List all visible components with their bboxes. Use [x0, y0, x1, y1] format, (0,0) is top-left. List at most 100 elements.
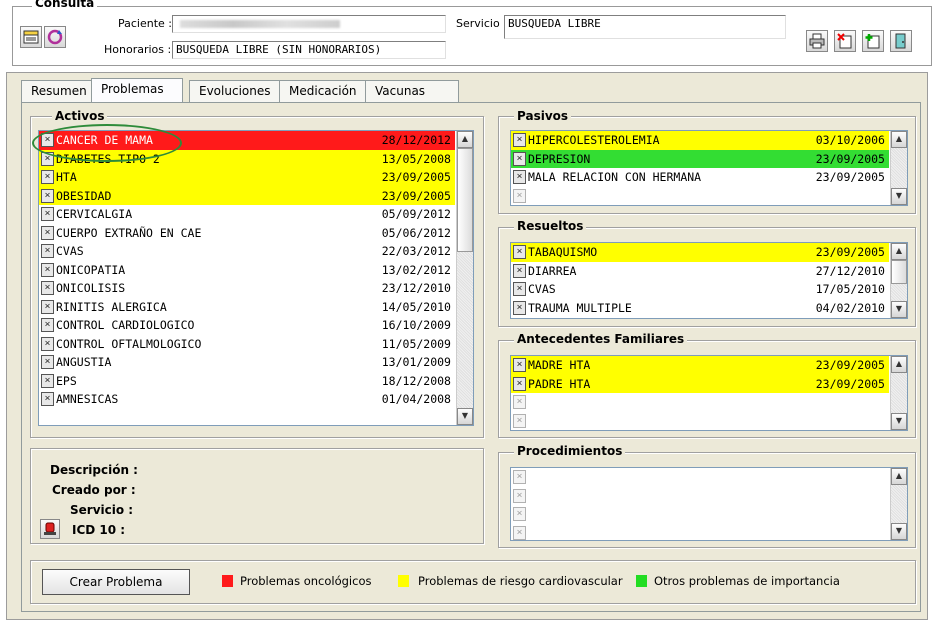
remove-item-checkbox-icon[interactable]: × — [513, 263, 526, 278]
scroll-up-icon[interactable]: ▲ — [891, 131, 907, 148]
remove-item-checkbox-icon[interactable]: × — [513, 470, 526, 484]
remove-item-checkbox-icon[interactable]: × — [513, 133, 526, 147]
remove-item-checkbox-icon[interactable]: × — [41, 336, 54, 351]
list-item[interactable]: × — [511, 487, 889, 506]
remove-item-checkbox-icon[interactable]: × — [513, 413, 526, 428]
scroll-up-icon[interactable]: ▲ — [457, 131, 473, 148]
list-item[interactable]: × — [511, 524, 889, 541]
procedimientos-scrollbar[interactable]: ▲ ▼ — [890, 468, 907, 540]
scroll-down-icon[interactable]: ▼ — [891, 523, 907, 540]
tab-evoluciones[interactable]: Evoluciones — [189, 80, 281, 102]
remove-item-checkbox-icon[interactable]: × — [41, 133, 54, 147]
procedimientos-list[interactable]: × × × × ▲ ▼ — [510, 467, 908, 541]
remove-item-checkbox-icon[interactable]: × — [41, 151, 54, 166]
pasivos-list[interactable]: × HIPERCOLESTEROLEMIA 03/10/2006 × DEPRESION… — [510, 130, 908, 206]
activos-scrollbar[interactable]: ▲ ▼ — [456, 131, 473, 425]
list-item[interactable]: × EPS 18/12/2008 — [39, 372, 455, 391]
resueltos-scrollbar[interactable]: ▲ ▼ — [890, 243, 907, 318]
list-item[interactable]: × DIABETES TIPO 2 13/05/2008 — [39, 149, 455, 168]
remove-item-checkbox-icon[interactable]: × — [513, 300, 526, 315]
list-item[interactable]: × ONICOPATIA 13/02/2012 — [39, 261, 455, 280]
remove-item-checkbox-icon[interactable]: × — [513, 358, 526, 372]
remove-item-checkbox-icon[interactable]: × — [41, 355, 54, 369]
familiares-scrollbar[interactable]: ▲ ▼ — [890, 356, 907, 430]
list-item[interactable]: × — [511, 505, 889, 524]
exit-button[interactable] — [890, 30, 912, 52]
remove-item-checkbox-icon[interactable]: × — [41, 207, 54, 221]
scroll-up-icon[interactable]: ▲ — [891, 243, 907, 260]
scroll-thumb[interactable] — [891, 260, 907, 284]
list-item[interactable]: × — [511, 412, 889, 431]
resueltos-list[interactable]: × TABAQUISMO 23/09/2005 × DIARREA 27/12/2010 ×… — [510, 242, 908, 319]
list-item[interactable]: × CERVICALGIA 05/09/2012 — [39, 205, 455, 224]
scroll-up-icon[interactable]: ▲ — [891, 356, 907, 373]
honorarios-field[interactable]: BUSQUEDA LIBRE (SIN HONORARIOS) — [172, 41, 446, 59]
activos-list[interactable]: × CANCER DE MAMA 28/12/2012 × DIABETES TIPO … — [38, 130, 474, 426]
scroll-down-icon[interactable]: ▼ — [891, 301, 907, 318]
scroll-down-icon[interactable]: ▼ — [457, 408, 473, 425]
remove-item-checkbox-icon[interactable]: × — [513, 245, 526, 259]
remove-item-checkbox-icon[interactable]: × — [513, 488, 526, 503]
list-item[interactable]: × AMNESICAS 01/04/2008 — [39, 390, 455, 409]
item-name: CANCER DE MAMA — [56, 133, 153, 147]
list-item[interactable]: × CANCER DE MAMA 28/12/2012 — [39, 131, 455, 150]
scroll-down-icon[interactable]: ▼ — [891, 413, 907, 430]
folder-button[interactable] — [20, 26, 42, 48]
remove-item-checkbox-icon[interactable]: × — [41, 373, 54, 388]
list-item[interactable]: × CVAS 17/05/2010 — [511, 280, 889, 299]
list-item[interactable]: × RINITIS ALERGICA 14/05/2010 — [39, 298, 455, 317]
remove-item-checkbox-icon[interactable]: × — [41, 299, 54, 314]
list-item[interactable]: × DEPRESION 23/09/2005 — [511, 149, 889, 168]
remove-item-checkbox-icon[interactable]: × — [513, 170, 526, 184]
remove-item-checkbox-icon[interactable]: × — [513, 525, 526, 540]
remove-item-checkbox-icon[interactable]: × — [41, 188, 54, 203]
list-item[interactable]: × CVAS 22/03/2012 — [39, 242, 455, 261]
scroll-down-icon[interactable]: ▼ — [891, 188, 907, 205]
list-item[interactable]: × — [511, 468, 889, 487]
tab-resumen[interactable]: Resumen — [21, 80, 97, 102]
tab-vacunas[interactable]: Vacunas — [365, 80, 459, 102]
familiares-list[interactable]: × MADRE HTA 23/09/2005 × PADRE HTA 23/09/2005… — [510, 355, 908, 431]
refresh-button[interactable] — [44, 26, 66, 48]
tab-problemas[interactable]: Problemas — [91, 78, 183, 102]
list-item[interactable]: × DIARREA 27/12/2010 — [511, 262, 889, 281]
add-button[interactable] — [862, 30, 884, 52]
pasivos-scrollbar[interactable]: ▲ ▼ — [890, 131, 907, 205]
remove-item-checkbox-icon[interactable]: × — [41, 225, 54, 240]
remove-item-checkbox-icon[interactable]: × — [41, 318, 54, 332]
list-item[interactable]: × CONTROL OFTALMOLOGICO 11/05/2009 — [39, 335, 455, 354]
tab-medicacion[interactable]: Medicación — [279, 80, 367, 102]
list-item[interactable]: × — [511, 393, 889, 412]
delete-button[interactable] — [834, 30, 856, 52]
list-item[interactable]: × TRAUMA MULTIPLE 04/02/2010 — [511, 299, 889, 318]
list-item[interactable]: × MADRE HTA 23/09/2005 — [511, 356, 889, 375]
list-item[interactable]: × MALA RELACION CON HERMANA 23/09/2005 — [511, 168, 889, 187]
remove-item-checkbox-icon[interactable]: × — [41, 170, 54, 184]
list-item[interactable]: × ANGUSTIA 13/01/2009 — [39, 353, 455, 372]
scroll-up-icon[interactable]: ▲ — [891, 468, 907, 485]
scroll-thumb[interactable] — [457, 148, 473, 252]
crear-problema-button[interactable]: Crear Problema — [42, 569, 190, 595]
list-item[interactable]: × HIPERCOLESTEROLEMIA 03/10/2006 — [511, 131, 889, 150]
list-item[interactable]: × CONTROL CARDIOLOGICO 16/10/2009 — [39, 316, 455, 335]
remove-item-checkbox-icon[interactable]: × — [513, 395, 526, 409]
remove-item-checkbox-icon[interactable]: × — [513, 376, 526, 391]
servicio-field[interactable]: BUSQUEDA LIBRE — [504, 15, 786, 39]
list-item[interactable]: × TABAQUISMO 23/09/2005 — [511, 243, 889, 262]
remove-item-checkbox-icon[interactable]: × — [41, 244, 54, 258]
remove-item-checkbox-icon[interactable]: × — [41, 281, 54, 295]
list-item[interactable]: × — [511, 187, 889, 206]
alert-button[interactable] — [40, 519, 60, 539]
list-item[interactable]: × CUERPO EXTRAÑO EN CAE 05/06/2012 — [39, 224, 455, 243]
remove-item-checkbox-icon[interactable]: × — [513, 188, 526, 203]
list-item[interactable]: × HTA 23/09/2005 — [39, 168, 455, 187]
list-item[interactable]: × ONICOLISIS 23/12/2010 — [39, 279, 455, 298]
print-button[interactable] — [806, 30, 828, 52]
remove-item-checkbox-icon[interactable]: × — [41, 262, 54, 277]
remove-item-checkbox-icon[interactable]: × — [41, 392, 54, 406]
remove-item-checkbox-icon[interactable]: × — [513, 151, 526, 166]
list-item[interactable]: × OBESIDAD 23/09/2005 — [39, 186, 455, 205]
remove-item-checkbox-icon[interactable]: × — [513, 507, 526, 521]
remove-item-checkbox-icon[interactable]: × — [513, 282, 526, 296]
list-item[interactable]: × PADRE HTA 23/09/2005 — [511, 374, 889, 393]
